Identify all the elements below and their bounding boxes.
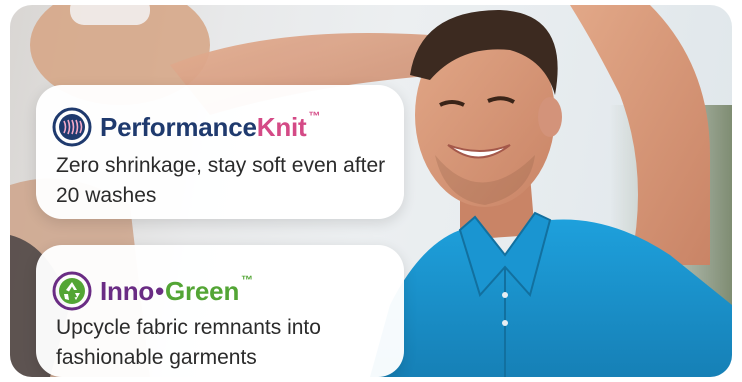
feature-description: Zero shrinkage, stay soft even after 20 …	[56, 154, 386, 207]
trademark-symbol: ™	[241, 273, 253, 287]
feature-card-inno-green: Inno • Green ™ Upcycle fabric remnants into…	[36, 245, 404, 377]
knit-yarn-icon	[52, 107, 92, 147]
smiling-man	[370, 5, 732, 377]
trademark-symbol: ™	[308, 109, 321, 123]
feature-description: Upcycle fabric remnants into fashionable…	[56, 316, 321, 369]
brand-name: Performance Knit ™	[100, 110, 321, 142]
recycle-icon	[52, 271, 92, 311]
feature-banner: Performance Knit ™ Zero shrinkage, stay so…	[10, 5, 732, 377]
brand-name-part2: Knit	[256, 112, 307, 142]
feature-card-performance-knit: Performance Knit ™ Zero shrinkage, stay so…	[36, 85, 404, 219]
brand-name-part1: Performance	[100, 112, 257, 142]
brand-name: Inno • Green ™	[100, 274, 253, 306]
brand-name-part2: Green	[164, 276, 240, 306]
brand-row: Inno • Green ™	[52, 269, 253, 313]
brand-name-separator: •	[155, 276, 164, 306]
brand-name-part1: Inno	[100, 276, 155, 306]
brand-row: Performance Knit ™	[52, 105, 321, 149]
